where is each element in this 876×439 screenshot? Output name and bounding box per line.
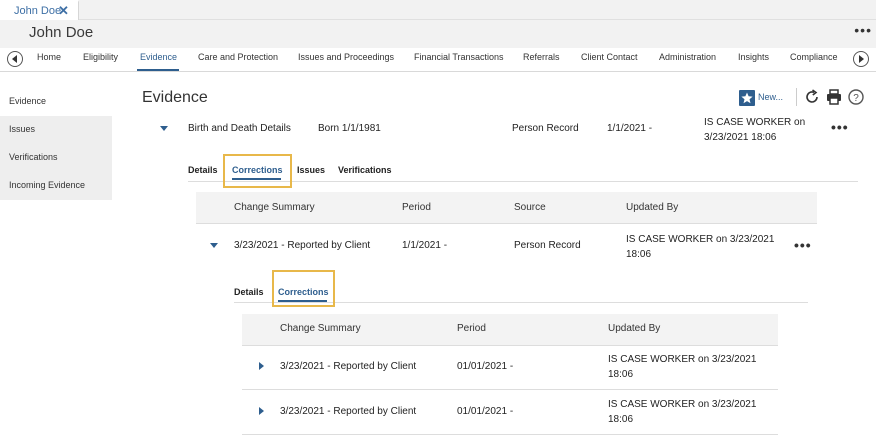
tab-details[interactable]: Details <box>188 165 218 175</box>
header-change-summary: Change Summary <box>234 202 315 213</box>
evidence-born: Born 1/1/1981 <box>318 123 381 134</box>
nested-row-divider <box>242 345 778 346</box>
new-button-label: New... <box>758 92 784 102</box>
nav-issues-and-proceedings[interactable]: Issues and Proceedings <box>298 52 394 62</box>
sidebar-item-evidence[interactable]: Evidence <box>0 88 112 116</box>
nested-tab-details[interactable]: Details <box>234 287 264 297</box>
active-tab-indicator <box>232 178 281 180</box>
nested-tabs-divider <box>234 302 808 303</box>
nav-financial-transactions[interactable]: Financial Transactions <box>414 52 504 62</box>
tab-corrections[interactable]: Corrections <box>232 165 283 175</box>
print-icon[interactable] <box>825 88 843 106</box>
more-options-icon[interactable]: ••• <box>854 22 872 38</box>
tab-issues[interactable]: Issues <box>297 165 325 175</box>
svg-text:?: ? <box>853 93 859 104</box>
nav-client-contact[interactable]: Client Contact <box>581 52 638 62</box>
person-tab[interactable]: John Doe ✕ <box>0 0 79 20</box>
nested-row-period: 01/01/2021 - <box>457 361 514 372</box>
person-tab-label: John Doe <box>14 5 62 17</box>
header-updated-by: Updated By <box>626 202 679 213</box>
nav-administration[interactable]: Administration <box>659 52 716 62</box>
collapse-evidence-caret-icon[interactable] <box>160 126 168 131</box>
evidence-period: 1/1/2021 - <box>607 123 653 134</box>
evidence-updated-by: IS CASE WORKER on 3/23/2021 18:06 <box>704 117 806 143</box>
person-header: John Doe ••• <box>0 20 876 48</box>
tabs-divider <box>188 181 858 182</box>
nav-care-and-protection[interactable]: Care and Protection <box>198 52 278 62</box>
expand-row-caret-icon[interactable] <box>259 407 264 415</box>
header-source: Source <box>514 202 546 213</box>
nested-header-change-summary: Change Summary <box>280 323 361 334</box>
table-row-divider <box>196 223 817 224</box>
window-tab-strip: John Doe ✕ <box>0 0 876 20</box>
expand-row-caret-icon[interactable] <box>259 362 264 370</box>
nested-row-updated-by: IS CASE WORKER on 3/23/2021 18:06 <box>608 354 757 380</box>
evidence-source: Person Record <box>512 123 579 134</box>
collapse-correction-caret-icon[interactable] <box>210 243 218 248</box>
nav-compliance[interactable]: Compliance <box>790 52 838 62</box>
main-content: Evidence New... ? Birth and Death Detail… <box>112 72 876 439</box>
nested-header-updated-by: Updated By <box>608 323 661 334</box>
correction-more-icon[interactable]: ••• <box>794 237 812 253</box>
nav-evidence[interactable]: Evidence <box>140 52 177 62</box>
nested-header-period: Period <box>457 323 486 334</box>
sidebar-item-incoming-evidence[interactable]: Incoming Evidence <box>0 172 112 200</box>
nested-row-summary[interactable]: 3/23/2021 - Reported by Client <box>280 361 416 372</box>
nested-tab-corrections[interactable]: Corrections <box>278 287 329 297</box>
section-nav-bar: Home Eligibility Evidence Care and Prote… <box>0 48 876 72</box>
sidebar-item-verifications[interactable]: Verifications <box>0 144 112 172</box>
help-icon[interactable]: ? <box>847 88 865 106</box>
refresh-icon[interactable] <box>803 88 821 106</box>
nested-row-period: 01/01/2021 - <box>457 406 514 417</box>
nested-row-divider <box>242 434 778 435</box>
evidence-more-icon[interactable]: ••• <box>831 119 849 135</box>
scroll-right-icon[interactable] <box>853 51 869 67</box>
new-star-icon <box>739 90 755 106</box>
close-icon[interactable]: ✕ <box>58 3 69 19</box>
evidence-type[interactable]: Birth and Death Details <box>188 123 291 134</box>
nested-row-summary[interactable]: 3/23/2021 - Reported by Client <box>280 406 416 417</box>
nested-row-updated-by: IS CASE WORKER on 3/23/2021 18:06 <box>608 399 757 425</box>
page-title: Evidence <box>142 89 208 106</box>
nav-insights[interactable]: Insights <box>738 52 769 62</box>
active-nav-indicator <box>137 69 179 71</box>
correction-summary[interactable]: 3/23/2021 - Reported by Client <box>234 240 370 251</box>
sidebar: Evidence Issues Verifications Incoming E… <box>0 88 112 439</box>
tab-verifications[interactable]: Verifications <box>338 165 392 175</box>
nav-referrals[interactable]: Referrals <box>523 52 560 62</box>
scroll-left-icon[interactable] <box>7 51 23 67</box>
correction-period: 1/1/2021 - <box>402 240 448 251</box>
person-name: John Doe <box>29 24 94 41</box>
correction-updated-by: IS CASE WORKER on 3/23/2021 18:06 <box>626 234 775 260</box>
nav-eligibility[interactable]: Eligibility <box>83 52 118 62</box>
sidebar-item-issues[interactable]: Issues <box>0 116 112 144</box>
header-period: Period <box>402 202 431 213</box>
toolbar-divider <box>796 88 797 106</box>
nav-home[interactable]: Home <box>37 52 61 62</box>
correction-source: Person Record <box>514 240 581 251</box>
nested-row-divider <box>242 389 778 390</box>
